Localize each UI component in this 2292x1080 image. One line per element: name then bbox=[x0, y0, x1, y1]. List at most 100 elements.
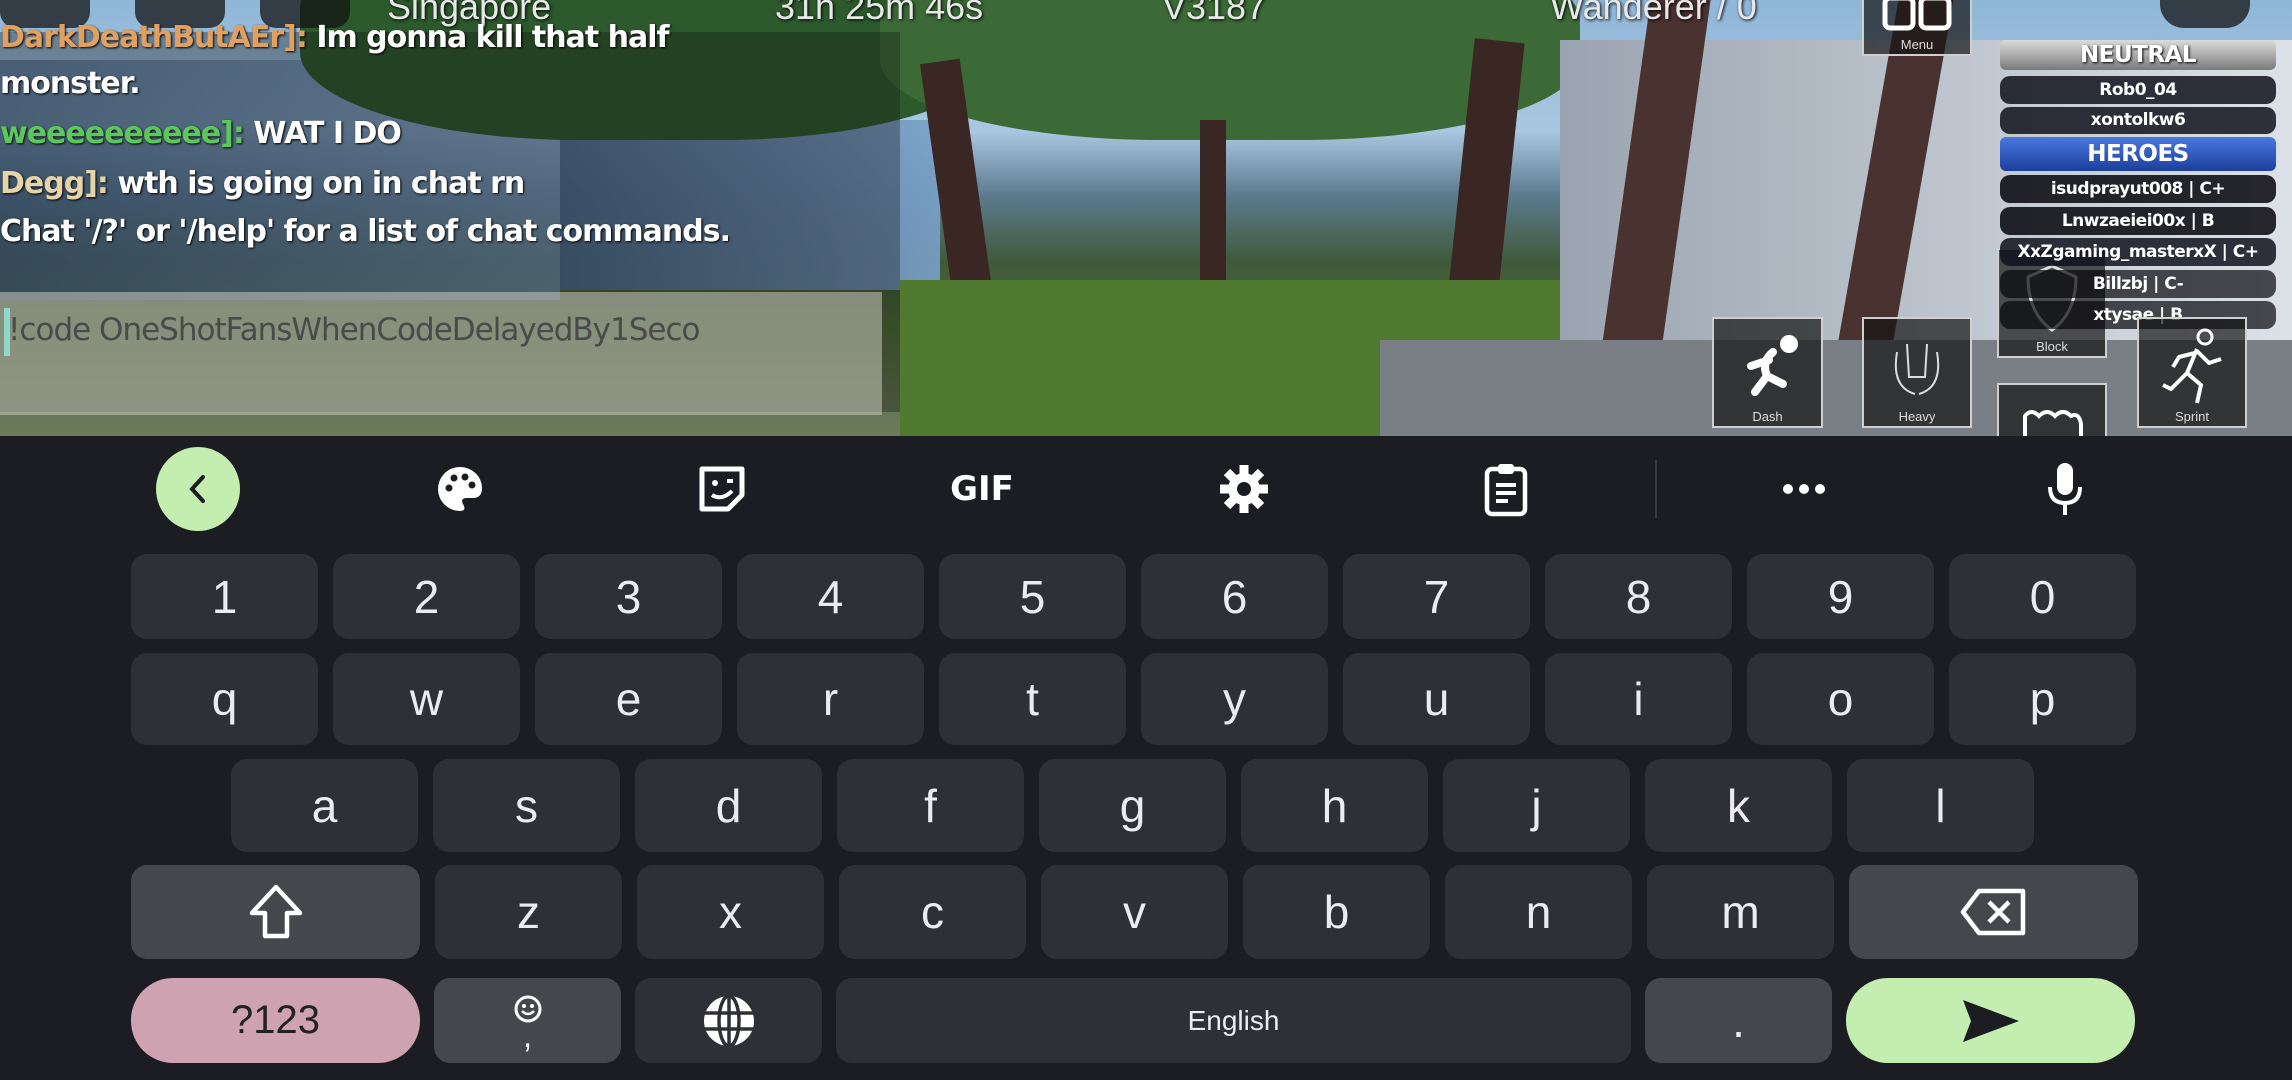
chevron-left-icon bbox=[189, 475, 205, 503]
more-options-button[interactable] bbox=[1762, 447, 1846, 531]
fist-icon bbox=[2023, 410, 2083, 436]
key-9[interactable]: 9 bbox=[1747, 554, 1934, 639]
shift-key[interactable] bbox=[131, 865, 420, 959]
player-entry[interactable]: Rob0_04 bbox=[2000, 76, 2276, 104]
key-w[interactable]: w bbox=[333, 653, 520, 745]
key-h[interactable]: h bbox=[1241, 759, 1428, 852]
sticker-icon bbox=[699, 466, 745, 512]
key-2[interactable]: 2 bbox=[333, 554, 520, 639]
key-7[interactable]: 7 bbox=[1343, 554, 1530, 639]
key-4[interactable]: 4 bbox=[737, 554, 924, 639]
send-key[interactable] bbox=[1846, 978, 2135, 1063]
team-header-neutral: NEUTRAL bbox=[2000, 40, 2276, 70]
space-key[interactable]: English bbox=[836, 978, 1631, 1063]
key-b[interactable]: b bbox=[1243, 865, 1430, 959]
key-r[interactable]: r bbox=[737, 653, 924, 745]
chat-message: DarkDeathButAEr]: Im gonna kill that hal… bbox=[0, 20, 670, 55]
key-q[interactable]: q bbox=[131, 653, 318, 745]
symbols-key[interactable]: ?123 bbox=[131, 978, 420, 1063]
chat-message: monster. bbox=[0, 66, 141, 101]
sprint-button[interactable]: Sprint bbox=[2137, 317, 2247, 428]
key-g[interactable]: g bbox=[1039, 759, 1226, 852]
backspace-icon bbox=[1960, 888, 2025, 936]
toolbar-divider bbox=[1655, 460, 1657, 518]
heavy-attack-icon bbox=[1894, 344, 1940, 396]
dash-button[interactable]: Dash bbox=[1712, 317, 1823, 428]
player-status: Wanderer / 0 bbox=[1550, 0, 1757, 27]
key-0[interactable]: 0 bbox=[1949, 554, 2136, 639]
key-1[interactable]: 1 bbox=[131, 554, 318, 639]
key-x[interactable]: x bbox=[637, 865, 824, 959]
key-3[interactable]: 3 bbox=[535, 554, 722, 639]
letter-row-middle: asdfghjkl bbox=[231, 759, 2034, 852]
microphone-icon bbox=[2048, 463, 2082, 515]
key-j[interactable]: j bbox=[1443, 759, 1630, 852]
more-icon bbox=[1783, 484, 1825, 494]
key-8[interactable]: 8 bbox=[1545, 554, 1732, 639]
chat-system-message: Chat '/?' or '/help' for a list of chat … bbox=[0, 214, 731, 249]
key-y[interactable]: y bbox=[1141, 653, 1328, 745]
gif-icon: GIF bbox=[950, 469, 1014, 509]
tree-trunk bbox=[1200, 120, 1226, 300]
player-entry[interactable]: isudprayut008 | C+ bbox=[2000, 175, 2276, 203]
key-t[interactable]: t bbox=[939, 653, 1126, 745]
collapse-toolbar-button[interactable] bbox=[156, 447, 240, 531]
language-key[interactable] bbox=[635, 978, 822, 1063]
key-c[interactable]: c bbox=[839, 865, 1026, 959]
key-6[interactable]: 6 bbox=[1141, 554, 1328, 639]
sticker-button[interactable] bbox=[680, 447, 764, 531]
letter-row-top: qwertyuiop bbox=[131, 653, 2136, 745]
key-i[interactable]: i bbox=[1545, 653, 1732, 745]
punch-button[interactable] bbox=[1997, 383, 2107, 436]
clipboard-button[interactable] bbox=[1464, 447, 1548, 531]
key-z[interactable]: z bbox=[435, 865, 622, 959]
send-icon bbox=[1962, 999, 2019, 1042]
player-entry[interactable]: xontolkw6 bbox=[2000, 107, 2276, 134]
number-row: 1234567890 bbox=[131, 554, 2136, 639]
period-key[interactable]: . bbox=[1645, 978, 1832, 1063]
key-e[interactable]: e bbox=[535, 653, 722, 745]
menu-icon bbox=[1882, 0, 1952, 31]
player-entry[interactable]: XxZgaming_masterxX | C+ bbox=[2000, 238, 2276, 266]
heavy-button[interactable]: Heavy bbox=[1862, 317, 1972, 428]
server-uptime: 31h 25m 46s bbox=[775, 0, 984, 27]
bottom-row: ?123 , English . bbox=[131, 978, 2135, 1063]
team-header-heroes: HEROES bbox=[2000, 137, 2276, 171]
settings-icon[interactable] bbox=[2160, 0, 2250, 28]
backspace-key[interactable] bbox=[1849, 865, 2138, 959]
game-version: V3187 bbox=[1162, 0, 1267, 27]
key-k[interactable]: k bbox=[1645, 759, 1832, 852]
player-entry[interactable]: Lnwzaeiei00x | B bbox=[2000, 207, 2276, 235]
key-f[interactable]: f bbox=[837, 759, 1024, 852]
key-o[interactable]: o bbox=[1747, 653, 1934, 745]
game-viewport[interactable]: Singapore 31h 25m 46s V3187 Wanderer / 0… bbox=[0, 0, 2292, 436]
dash-icon bbox=[1746, 335, 1798, 397]
key-5[interactable]: 5 bbox=[939, 554, 1126, 639]
voice-input-button[interactable] bbox=[2023, 447, 2107, 531]
emoji-comma-key[interactable]: , bbox=[434, 978, 621, 1063]
key-u[interactable]: u bbox=[1343, 653, 1530, 745]
key-m[interactable]: m bbox=[1647, 865, 1834, 959]
key-v[interactable]: v bbox=[1041, 865, 1228, 959]
key-d[interactable]: d bbox=[635, 759, 822, 852]
theme-button[interactable] bbox=[418, 447, 502, 531]
globe-icon bbox=[703, 993, 754, 1048]
key-l[interactable]: l bbox=[1847, 759, 2034, 852]
key-p[interactable]: p bbox=[1949, 653, 2136, 745]
clipboard-icon bbox=[1484, 464, 1528, 517]
chat-message: Degg]: wth is going on in chat rn bbox=[0, 166, 525, 201]
settings-icon bbox=[1220, 465, 1268, 513]
sprint-icon bbox=[2162, 328, 2222, 404]
chat-input[interactable]: !code OneShotFansWhenCodeDelayedBy1Seco bbox=[0, 292, 882, 415]
gif-button[interactable]: GIF bbox=[940, 447, 1024, 531]
settings-button[interactable] bbox=[1202, 447, 1286, 531]
key-a[interactable]: a bbox=[231, 759, 418, 852]
key-s[interactable]: s bbox=[433, 759, 620, 852]
player-entry[interactable]: Billzbj | C- bbox=[2000, 270, 2276, 298]
shift-icon bbox=[249, 884, 302, 939]
chat-message: weeeeeeeeee]: WAT I DO bbox=[0, 116, 402, 151]
palette-icon bbox=[438, 467, 482, 511]
chat-input-value: !code OneShotFansWhenCodeDelayedBy1Seco bbox=[8, 312, 701, 348]
menu-button[interactable]: Menu bbox=[1862, 0, 1972, 56]
key-n[interactable]: n bbox=[1445, 865, 1632, 959]
